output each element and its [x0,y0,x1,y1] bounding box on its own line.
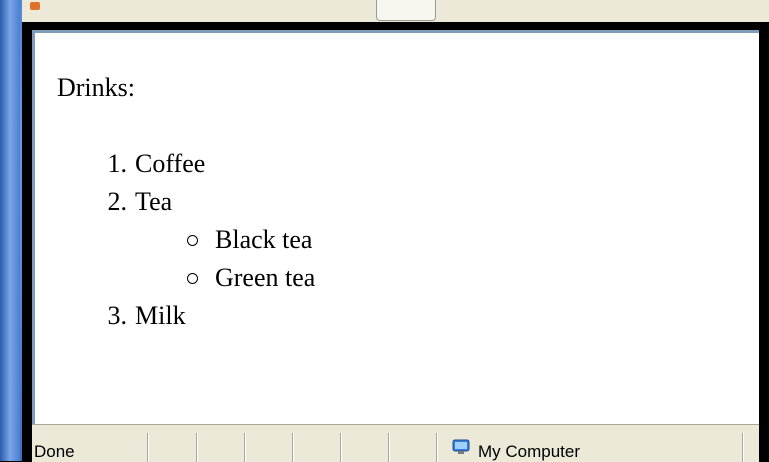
sublist-item-label: Black tea [215,225,313,254]
list-item: 3. Milk [108,297,235,335]
toolbar-icon[interactable] [30,2,40,10]
tea-sublist: Black tea Green tea [187,221,316,297]
frame-top [22,22,769,30]
status-separator [244,433,246,462]
toolbar-tab[interactable] [376,0,436,21]
circle-bullet-icon [187,235,198,246]
list-number: 1. [107,149,128,178]
status-separator [340,433,342,462]
list-item: 1. Coffee [108,145,235,183]
sublist-item: Green tea [187,259,316,297]
status-text: Done [34,442,75,461]
status-separator [196,433,198,462]
list-item-label: Coffee [135,149,206,178]
zone-label: My Computer [478,442,581,461]
list-item: 2. Tea Black tea Green tea [108,183,316,297]
desktop-edge [0,0,20,461]
frame-right [759,30,769,461]
toolbar-strip [22,0,769,22]
status-separator [436,433,438,462]
drinks-heading: Drinks: [57,73,135,102]
circle-bullet-icon [187,273,198,284]
status-separator [147,433,149,462]
browser-window: Drinks: 1. Coffee 2. Tea Black tea Green… [22,0,769,462]
status-separator [388,433,390,462]
list-item-label: Tea [135,187,173,216]
drinks-list: 1. Coffee 2. Tea Black tea Green tea 3. … [108,145,316,335]
list-number: 2. [107,187,128,216]
computer-icon [452,439,470,454]
status-bar: Done My Computer [32,424,759,462]
sublist-item: Black tea [187,221,315,259]
page-content: Drinks: 1. Coffee 2. Tea Black tea Green… [32,30,759,424]
status-separator [292,433,294,462]
sublist-item-label: Green tea [215,263,316,292]
list-item-label: Milk [135,301,186,330]
status-separator [742,433,744,462]
list-number: 3. [107,301,128,330]
